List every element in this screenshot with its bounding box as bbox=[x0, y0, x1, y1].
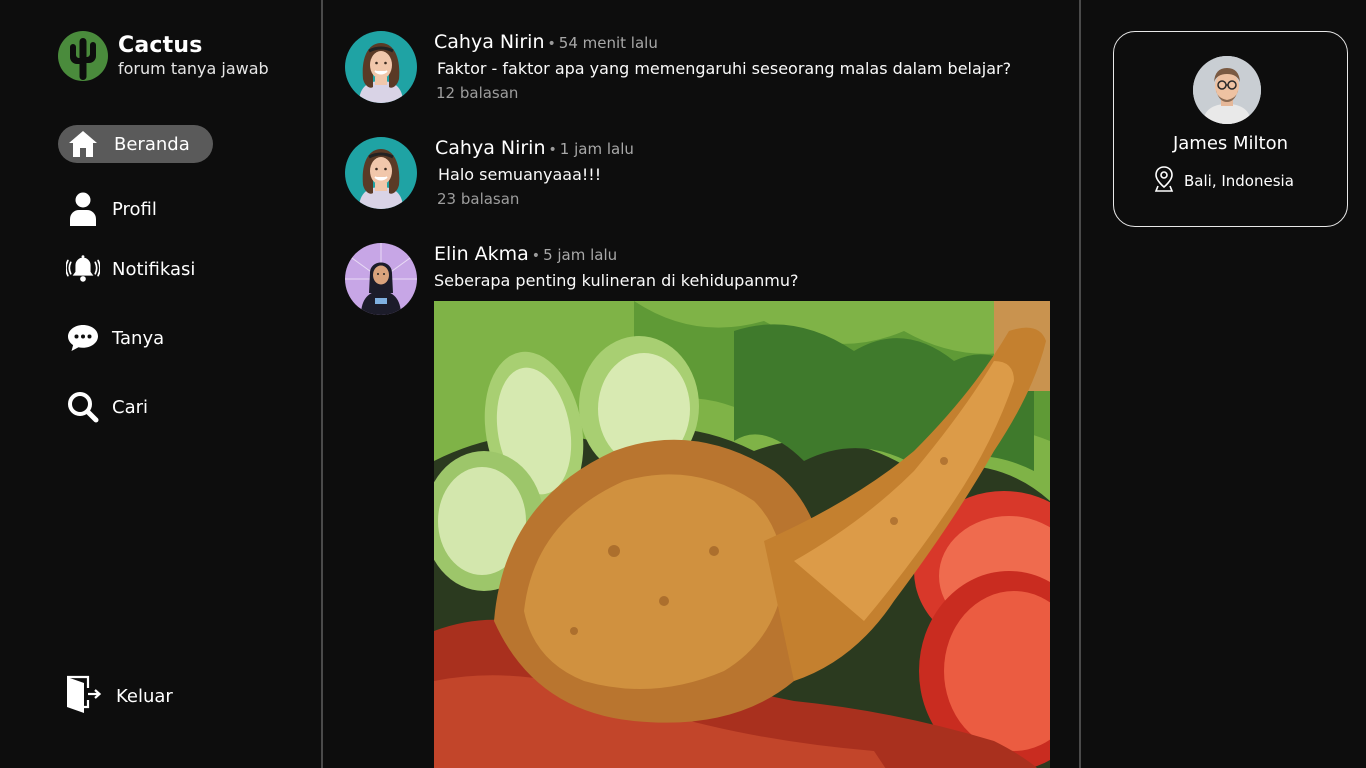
profile-name[interactable]: James Milton bbox=[1114, 133, 1347, 154]
feed-divider bbox=[1079, 0, 1081, 768]
post-author[interactable]: Cahya Nirin bbox=[435, 137, 546, 159]
bell-icon bbox=[66, 252, 100, 286]
post-time: 54 menit lalu bbox=[558, 34, 658, 52]
brand[interactable]: Cactus forum tanya jawab bbox=[58, 31, 269, 81]
separator-dot: • bbox=[548, 142, 557, 158]
avatar[interactable] bbox=[1193, 56, 1261, 124]
nav-label: Cari bbox=[112, 396, 148, 418]
feed: Cahya Nirin • 54 menit lalu Faktor - fakto… bbox=[323, 0, 1079, 768]
nav-label: Beranda bbox=[114, 133, 190, 155]
post-text: Seberapa penting kulineran di kehidupanm… bbox=[434, 271, 799, 290]
nav-item-cari[interactable]: Cari bbox=[58, 388, 148, 426]
nav-item-tanya[interactable]: Tanya bbox=[58, 319, 164, 357]
sidebar: Cactus forum tanya jawab Beranda Profil bbox=[0, 0, 321, 768]
location-pin-icon bbox=[1154, 166, 1174, 196]
profile-location: Bali, Indonesia bbox=[1154, 166, 1294, 196]
separator-dot: • bbox=[547, 36, 556, 52]
location-label: Bali, Indonesia bbox=[1184, 172, 1294, 190]
post-text: Halo semuanyaaa!!! bbox=[438, 165, 602, 184]
nav-item-beranda[interactable]: Beranda bbox=[58, 125, 213, 163]
chat-bubble-icon bbox=[66, 321, 100, 355]
avatar[interactable] bbox=[345, 31, 417, 103]
nav-label: Notifikasi bbox=[112, 258, 196, 280]
reply-count[interactable]: 12 balasan bbox=[436, 84, 1074, 102]
cactus-icon bbox=[58, 31, 108, 81]
nav-label: Profil bbox=[112, 198, 157, 220]
post-time: 5 jam lalu bbox=[543, 246, 618, 264]
post-author[interactable]: Elin Akma bbox=[434, 243, 529, 265]
logout-door-icon bbox=[64, 674, 102, 718]
search-icon bbox=[66, 390, 100, 424]
reply-count[interactable]: 23 balasan bbox=[437, 190, 1075, 208]
logout-label: Keluar bbox=[116, 685, 173, 707]
nav-label: Tanya bbox=[112, 327, 165, 349]
post-author[interactable]: Cahya Nirin bbox=[434, 31, 545, 53]
brand-tagline: forum tanya jawab bbox=[118, 59, 269, 78]
logout-button[interactable]: Keluar bbox=[64, 674, 173, 718]
nav-item-notifikasi[interactable]: Notifikasi bbox=[58, 250, 195, 288]
home-icon bbox=[66, 127, 100, 161]
user-icon bbox=[66, 192, 100, 226]
avatar[interactable] bbox=[345, 137, 417, 209]
fried-chicken-photo[interactable] bbox=[434, 301, 1050, 768]
separator-dot: • bbox=[531, 248, 541, 264]
nav-item-profil[interactable]: Profil bbox=[58, 190, 157, 228]
profile-card[interactable]: James Milton Bali, Indonesia bbox=[1113, 31, 1348, 227]
avatar[interactable] bbox=[345, 243, 417, 315]
post-text: Faktor - faktor apa yang memengaruhi ses… bbox=[437, 59, 1012, 78]
brand-name: Cactus bbox=[118, 33, 203, 58]
post-time: 1 jam lalu bbox=[559, 140, 634, 158]
